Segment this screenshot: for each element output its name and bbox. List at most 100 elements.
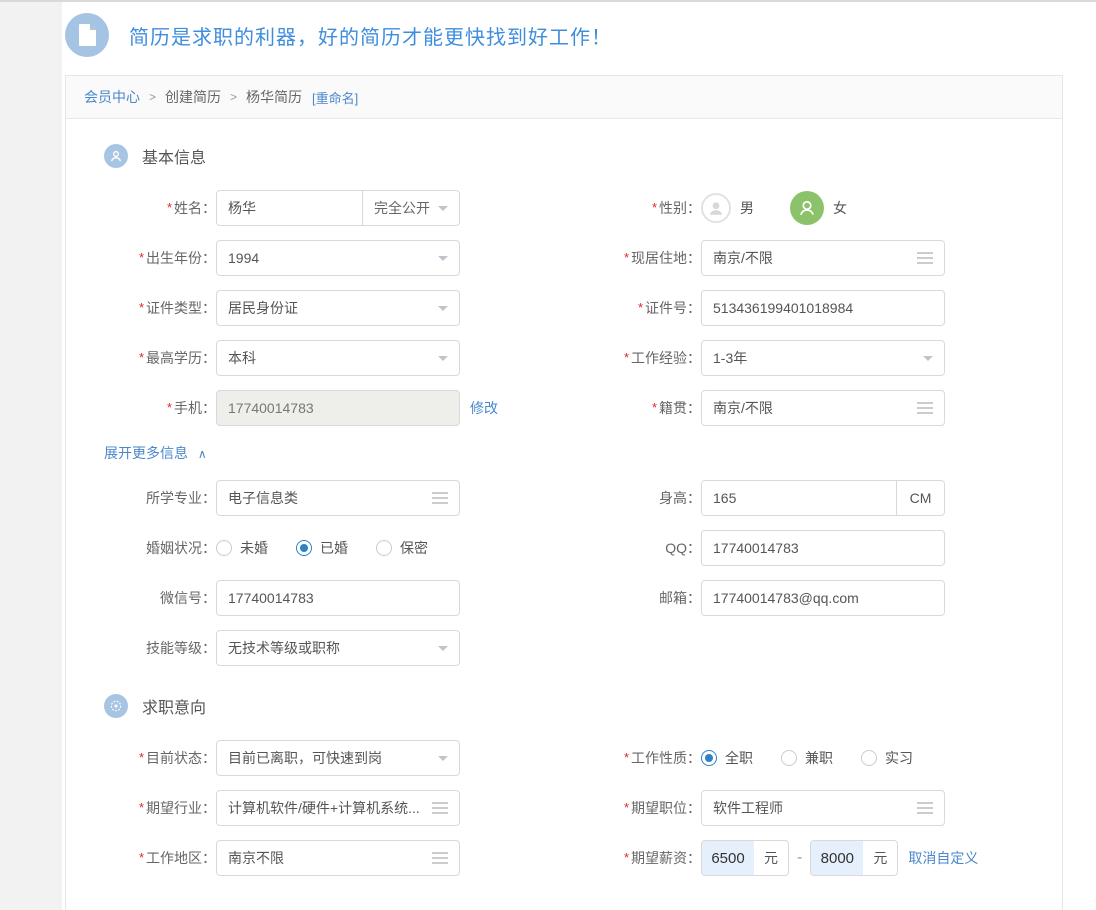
menu-icon (432, 802, 448, 814)
experience-label: *工作经验： (551, 348, 701, 368)
work-area-picker[interactable]: 南京不限 (216, 840, 460, 876)
required-icon: * (167, 200, 172, 215)
section-basic-info: 基本信息 (104, 141, 1062, 171)
breadcrumb-separator: > (149, 90, 156, 104)
gender-male-option[interactable]: 男 (701, 193, 754, 223)
birth-year-select[interactable]: 1994 (216, 240, 460, 276)
experience-value: 1-3年 (713, 348, 747, 368)
position-picker[interactable]: 软件工程师 (701, 790, 945, 826)
experience-select[interactable]: 1-3年 (701, 340, 945, 376)
current-status-label: *目前状态： (66, 748, 216, 768)
nature-option-intern[interactable]: 实习 (861, 748, 913, 768)
menu-icon (432, 852, 448, 864)
qq-input[interactable] (701, 530, 945, 566)
mobile-label: *手机： (66, 398, 216, 418)
salary-max-field: 元 (810, 840, 898, 876)
breadcrumb-member-center[interactable]: 会员中心 (84, 87, 140, 107)
form-row-name-gender: *姓名： 完全公开 *性别： (66, 183, 1062, 233)
form-row-wechat-email: 微信号： 邮箱： (66, 573, 1062, 623)
caret-down-icon (438, 206, 448, 211)
name-field: 完全公开 (216, 190, 460, 226)
basic-info-rows: *姓名： 完全公开 *性别： (66, 183, 1062, 673)
form-row-birth-residence: *出生年份： 1994 *现居住地： 南京/不限 (66, 233, 1062, 283)
salary-max-unit: 元 (863, 848, 897, 868)
marital-option-married[interactable]: 已婚 (296, 538, 348, 558)
required-icon: * (624, 250, 629, 265)
nature-option-fulltime[interactable]: 全职 (701, 748, 753, 768)
skill-level-label: 技能等级： (66, 638, 216, 658)
form-row-major-height: 所学专业： 电子信息类 身高： CM (66, 473, 1062, 523)
birth-year-label: *出生年份： (66, 248, 216, 268)
required-icon: * (624, 800, 629, 815)
education-label: *最高学历： (66, 348, 216, 368)
birth-year-value: 1994 (228, 250, 259, 266)
salary-max-input[interactable] (811, 841, 863, 875)
id-number-label: *证件号： (551, 298, 701, 318)
expand-more-link[interactable]: 展开更多信息 ∧ (104, 443, 207, 463)
rename-link[interactable]: [重命名] (312, 88, 358, 107)
form-row-skill: 技能等级： 无技术等级或职称 (66, 623, 1062, 673)
caret-down-icon (923, 356, 933, 361)
wechat-input[interactable] (216, 580, 460, 616)
form-row-education-experience: *最高学历： 本科 *工作经验： 1-3年 (66, 333, 1062, 383)
doc-fold-shape (90, 24, 96, 30)
breadcrumb-current-resume: 杨华简历 (246, 87, 302, 107)
height-input[interactable] (702, 482, 896, 514)
gender-female-text: 女 (833, 198, 847, 218)
skill-level-select[interactable]: 无技术等级或职称 (216, 630, 460, 666)
marital-option-unmarried[interactable]: 未婚 (216, 538, 268, 558)
required-icon: * (139, 750, 144, 765)
nature-option-parttime[interactable]: 兼职 (781, 748, 833, 768)
current-status-value: 目前已离职，可快速到岗 (228, 748, 382, 768)
id-number-input[interactable] (701, 290, 945, 326)
radio-icon (781, 750, 797, 766)
name-privacy-select[interactable]: 完全公开 (362, 191, 459, 225)
required-icon: * (139, 300, 144, 315)
menu-icon (917, 802, 933, 814)
salary-min-input[interactable] (702, 841, 754, 875)
required-icon: * (139, 850, 144, 865)
qq-label: QQ： (551, 538, 701, 558)
marital-married-text: 已婚 (320, 538, 348, 558)
required-icon: * (652, 400, 657, 415)
form-card: 会员中心 > 创建简历 > 杨华简历 [重命名] 基本信息 *姓名： (65, 75, 1063, 910)
cancel-custom-salary-link[interactable]: 取消自定义 (908, 848, 978, 868)
salary-min-field: 元 (701, 840, 789, 876)
caret-down-icon (438, 256, 448, 261)
name-input[interactable] (217, 192, 362, 224)
current-status-select[interactable]: 目前已离职，可快速到岗 (216, 740, 460, 776)
modify-mobile-link[interactable]: 修改 (470, 398, 498, 418)
native-place-value: 南京/不限 (713, 398, 773, 418)
radio-checked-icon (701, 750, 717, 766)
gender-male-text: 男 (740, 198, 754, 218)
industry-picker[interactable]: 计算机软件/硬件+计算机系统... (216, 790, 460, 826)
nature-fulltime-text: 全职 (725, 748, 753, 768)
height-unit: CM (896, 481, 944, 515)
id-type-label: *证件类型： (66, 298, 216, 318)
user-icon (104, 144, 128, 168)
id-type-select[interactable]: 居民身份证 (216, 290, 460, 326)
major-picker[interactable]: 电子信息类 (216, 480, 460, 516)
marital-option-secret[interactable]: 保密 (376, 538, 428, 558)
salary-range-dash: - (797, 849, 802, 867)
form-row-industry-position: *期望行业： 计算机软件/硬件+计算机系统... *期望职位： 软件工程师 (66, 783, 1062, 833)
gender-female-option[interactable]: 女 (790, 191, 847, 225)
form-row-area-salary: *工作地区： 南京不限 *期望薪资： 元 (66, 833, 1062, 883)
breadcrumb-separator: > (230, 90, 237, 104)
chevron-up-icon: ∧ (198, 447, 207, 461)
position-label: *期望职位： (551, 798, 701, 818)
education-select[interactable]: 本科 (216, 340, 460, 376)
required-icon: * (638, 300, 643, 315)
section-job-intention: 求职意向 (104, 691, 1062, 721)
native-place-picker[interactable]: 南京/不限 (701, 390, 945, 426)
gender-label: *性别： (551, 198, 701, 218)
native-place-label: *籍贯： (551, 398, 701, 418)
email-input[interactable] (701, 580, 945, 616)
marital-unmarried-text: 未婚 (240, 538, 268, 558)
residence-picker[interactable]: 南京/不限 (701, 240, 945, 276)
menu-icon (917, 402, 933, 414)
required-icon: * (139, 350, 144, 365)
page-left-margin (0, 2, 62, 910)
work-area-label: *工作地区： (66, 848, 216, 868)
required-icon: * (652, 200, 657, 215)
